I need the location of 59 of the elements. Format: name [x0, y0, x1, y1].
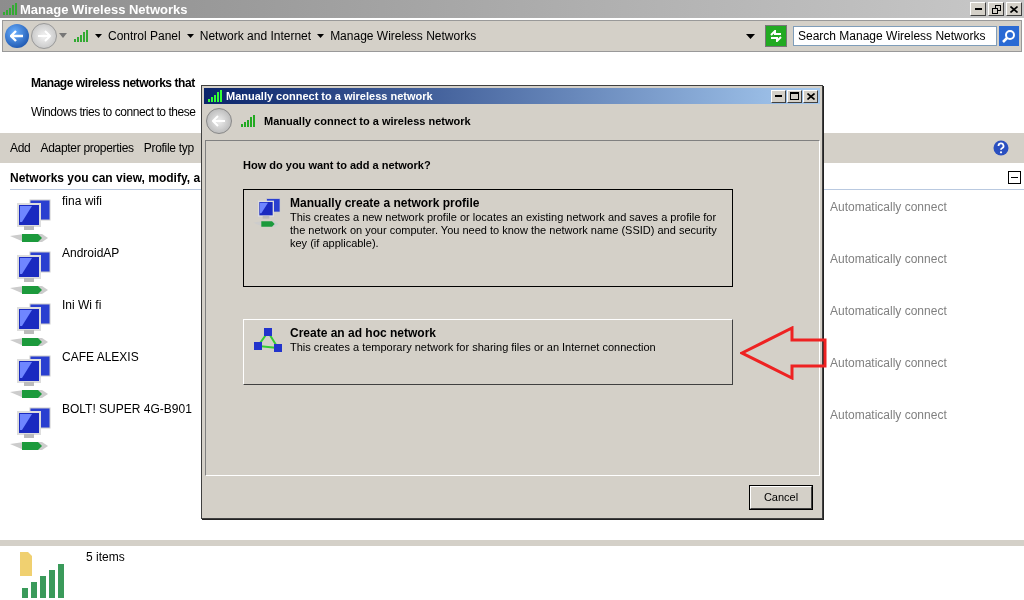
toolbar-button[interactable]: Add	[10, 141, 31, 155]
signal-icon	[73, 29, 89, 43]
adhoc-network-icon	[252, 326, 284, 354]
refresh-icon	[769, 30, 783, 42]
window-title: Manage Wireless Networks	[20, 1, 189, 17]
minimize-icon	[775, 95, 782, 97]
breadcrumb-item[interactable]: Manage Wireless Networks	[330, 29, 477, 43]
chevron-icon	[186, 34, 194, 38]
minimize-icon	[974, 8, 982, 10]
toolbar-button[interactable]: Profile typ	[143, 141, 194, 155]
cancel-button[interactable]: Cancel	[750, 485, 812, 509]
option-button[interactable]: Create an ad hoc network This creates a temporary network for sharing files or an Internet connection	[243, 319, 733, 385]
connection-mode: Automatically connect	[830, 355, 947, 370]
close-icon	[806, 92, 815, 100]
minimize-button[interactable]	[970, 2, 986, 16]
maximize-icon	[790, 92, 799, 100]
close-button[interactable]	[1006, 2, 1022, 16]
breadcrumb-field[interactable]: Control Panel Network and Internet Manage Wireless Networks	[69, 25, 763, 47]
restore-icon	[991, 4, 1001, 14]
section-header: Networks you can view, modify, a	[10, 171, 202, 185]
search-field[interactable]: Search Manage Wireless Networks	[793, 26, 997, 46]
question-text: How do you want to add a network?	[243, 159, 432, 171]
item-count: 5 items	[86, 550, 125, 566]
dialog-header: Manually connect to a wireless network	[264, 115, 471, 127]
restore-button[interactable]	[988, 2, 1004, 16]
minus-icon	[1011, 177, 1018, 178]
maximize-button[interactable]	[787, 89, 802, 103]
connection-mode: Automatically connect	[830, 303, 947, 318]
signal-icon	[207, 89, 223, 103]
minimize-button[interactable]	[771, 89, 786, 103]
dropdown-arrow-icon	[59, 33, 67, 39]
breadcrumb-item[interactable]: Network and Internet	[199, 29, 312, 43]
signal-icon	[240, 114, 256, 128]
search-icon	[1002, 29, 1016, 43]
back-arrow-icon	[212, 115, 226, 127]
back-arrow-icon	[10, 30, 24, 42]
chevron-icon	[95, 34, 102, 38]
option-button[interactable]: Manually create a network profile This creates a new network profile or locates an existing network and saves a profile for the network on your computer. You need to know the network name (SSID) and security key (if applicable).	[243, 189, 733, 287]
breadcrumb-item[interactable]: Control Panel	[108, 29, 181, 43]
chevron-icon	[317, 34, 325, 38]
close-button[interactable]	[803, 89, 818, 103]
signal-icon	[2, 2, 18, 16]
toolbar-button[interactable]: Adapter properties	[40, 141, 134, 155]
forward-arrow-icon	[37, 30, 51, 42]
help-icon[interactable]	[993, 140, 1009, 156]
page-heading: Manage wireless networks that	[31, 76, 196, 90]
description-text: Windows tries to connect to these	[31, 105, 197, 119]
connection-mode: Automatically connect	[830, 251, 947, 266]
forward-button[interactable]	[31, 23, 57, 49]
connection-mode: Automatically connect	[830, 199, 947, 214]
refresh-button[interactable]	[765, 25, 787, 47]
dialog-title: Manually connect to a wireless network	[226, 90, 434, 102]
collapse-button[interactable]	[1008, 171, 1021, 184]
back-button[interactable]	[206, 108, 232, 134]
dropdown-arrow-icon	[746, 33, 755, 39]
close-icon	[1010, 5, 1018, 13]
search-button[interactable]	[999, 26, 1019, 46]
connection-mode: Automatically connect	[830, 407, 947, 422]
back-button[interactable]	[5, 24, 29, 48]
